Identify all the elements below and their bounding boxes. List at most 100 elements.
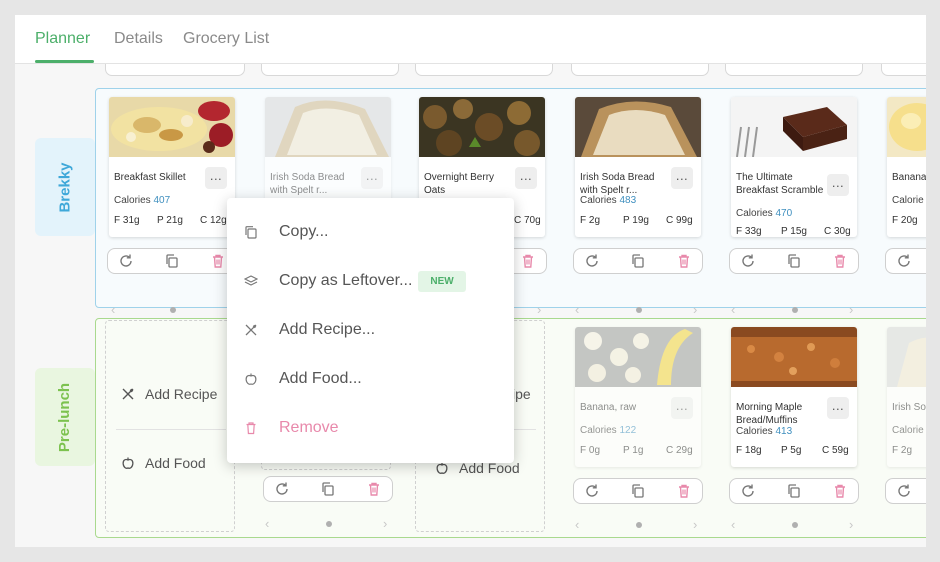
menu-item-add-food[interactable]: Add Food... bbox=[227, 357, 514, 401]
chevron-right-icon[interactable]: › bbox=[849, 302, 853, 317]
calories-line: Calories 407 bbox=[114, 195, 171, 206]
card-options-button[interactable]: ... bbox=[827, 397, 849, 419]
card-options-button[interactable]: ... bbox=[361, 167, 383, 189]
trash-icon[interactable] bbox=[832, 483, 848, 499]
page-dot[interactable] bbox=[792, 522, 798, 528]
food-photo bbox=[575, 327, 701, 387]
chevron-right-icon[interactable]: › bbox=[693, 517, 697, 532]
card-action-bar bbox=[885, 478, 926, 504]
refresh-icon[interactable] bbox=[896, 483, 912, 499]
previous-row-stub bbox=[261, 64, 399, 76]
trash-icon[interactable] bbox=[676, 253, 692, 269]
recipe-title: The Ultimate Breakfast Scramble bbox=[736, 172, 824, 196]
recipe-card[interactable]: Banana Muffins Calorie F 20g bbox=[887, 97, 926, 237]
menu-item-remove[interactable]: Remove bbox=[227, 406, 514, 450]
calories-line: Calorie bbox=[892, 425, 924, 436]
card-action-bar bbox=[107, 248, 237, 274]
card-options-button[interactable]: ... bbox=[827, 174, 849, 196]
recipe-photo bbox=[575, 97, 701, 157]
calories-line: Calories 483 bbox=[580, 195, 637, 206]
recipe-photo bbox=[419, 97, 545, 157]
recipe-card[interactable]: The Ultimate Breakfast Scramble ... Calo… bbox=[731, 97, 857, 237]
trash-icon[interactable] bbox=[366, 481, 382, 497]
menu-item-copy[interactable]: Copy... bbox=[227, 210, 514, 254]
chevron-left-icon[interactable]: ‹ bbox=[111, 302, 115, 317]
more-dots-icon: ... bbox=[675, 167, 689, 183]
day-pager: ‹ › bbox=[727, 517, 867, 533]
chevron-right-icon[interactable]: › bbox=[537, 302, 541, 317]
calories-line: Calories 122 bbox=[580, 425, 637, 436]
recipe-card[interactable]: Morning Maple Bread/Muffins ... Calories… bbox=[731, 327, 857, 467]
card-action-bar bbox=[573, 248, 703, 274]
add-food-button[interactable]: Add Food bbox=[106, 448, 236, 478]
copy-icon[interactable] bbox=[320, 481, 336, 497]
trash-icon[interactable] bbox=[520, 253, 536, 269]
copy-icon[interactable] bbox=[630, 483, 646, 499]
page-dot[interactable] bbox=[636, 522, 642, 528]
recipe-card[interactable]: Irish So with Sp Calorie F 2g bbox=[887, 327, 926, 467]
menu-item-add-recipe[interactable]: Add Recipe... bbox=[227, 308, 514, 352]
refresh-icon[interactable] bbox=[274, 481, 290, 497]
refresh-icon[interactable] bbox=[118, 253, 134, 269]
chevron-left-icon[interactable]: ‹ bbox=[731, 302, 735, 317]
page-dot[interactable] bbox=[792, 307, 798, 313]
day-pager: ‹ › bbox=[571, 517, 711, 533]
more-dots-icon: ... bbox=[831, 174, 845, 190]
add-slot: Add Recipe Add Food bbox=[105, 320, 235, 532]
page-dot[interactable] bbox=[170, 307, 176, 313]
calories-line: Calories 470 bbox=[736, 208, 793, 219]
chevron-left-icon[interactable]: ‹ bbox=[575, 517, 579, 532]
previous-row-stub bbox=[415, 64, 553, 76]
refresh-icon[interactable] bbox=[584, 483, 600, 499]
chevron-left-icon[interactable]: ‹ bbox=[265, 516, 269, 531]
more-dots-icon: ... bbox=[675, 397, 689, 413]
recipe-title: Morning Maple Bread/Muffins bbox=[736, 402, 803, 426]
tab-grocery-list[interactable]: Grocery List bbox=[183, 30, 269, 48]
chevron-right-icon[interactable]: › bbox=[849, 517, 853, 532]
recipe-photo bbox=[731, 97, 857, 157]
chevron-left-icon[interactable]: ‹ bbox=[575, 302, 579, 317]
refresh-icon[interactable] bbox=[740, 483, 756, 499]
chevron-right-icon[interactable]: › bbox=[383, 516, 387, 531]
more-dots-icon: ... bbox=[209, 167, 223, 183]
card-action-bar bbox=[729, 248, 859, 274]
more-dots-icon: ... bbox=[831, 397, 845, 413]
menu-item-copy-as-leftover[interactable]: Copy as Leftover... NEW bbox=[227, 259, 514, 303]
refresh-icon[interactable] bbox=[584, 253, 600, 269]
day-pager: ‹ bbox=[105, 302, 245, 318]
tab-planner[interactable]: Planner bbox=[35, 30, 90, 48]
copy-icon[interactable] bbox=[786, 483, 802, 499]
layers-icon bbox=[244, 275, 258, 286]
copy-icon[interactable] bbox=[164, 253, 180, 269]
calories-line: Calorie bbox=[892, 195, 924, 206]
tab-details[interactable]: Details bbox=[114, 30, 163, 48]
page-dot[interactable] bbox=[326, 521, 332, 527]
recipe-photo bbox=[887, 97, 926, 157]
card-action-bar bbox=[263, 476, 393, 502]
card-options-button[interactable]: ... bbox=[671, 167, 693, 189]
recipe-photo bbox=[887, 327, 926, 387]
copy-icon[interactable] bbox=[786, 253, 802, 269]
recipe-card[interactable]: Breakfast Skillet ... Calories 407 F 31g… bbox=[109, 97, 235, 237]
add-recipe-button[interactable]: Add Recipe bbox=[106, 379, 236, 409]
refresh-icon[interactable] bbox=[896, 253, 912, 269]
meal-label-brekky: Brekky bbox=[35, 138, 95, 236]
card-options-button[interactable]: ... bbox=[515, 167, 537, 189]
trash-icon[interactable] bbox=[210, 253, 226, 269]
apple-icon bbox=[436, 462, 448, 474]
card-options-button[interactable]: ... bbox=[205, 167, 227, 189]
trash-icon bbox=[246, 422, 256, 435]
trash-icon[interactable] bbox=[676, 483, 692, 499]
food-title: Banana, raw bbox=[580, 402, 637, 413]
refresh-icon[interactable] bbox=[740, 253, 756, 269]
food-card[interactable]: Banana, raw ... Calories 122 F 0g P 1g C… bbox=[575, 327, 701, 467]
chevron-left-icon[interactable]: ‹ bbox=[731, 517, 735, 532]
day-pager: ‹ › bbox=[261, 516, 401, 532]
chevron-right-icon[interactable]: › bbox=[693, 302, 697, 317]
copy-icon[interactable] bbox=[630, 253, 646, 269]
recipe-card[interactable]: Irish Soda Bread with Spelt r... ... Cal… bbox=[575, 97, 701, 237]
page-dot[interactable] bbox=[636, 307, 642, 313]
trash-icon[interactable] bbox=[832, 253, 848, 269]
card-context-menu: Copy... Copy as Leftover... NEW Add Reci… bbox=[227, 198, 514, 463]
card-options-button[interactable]: ... bbox=[671, 397, 693, 419]
